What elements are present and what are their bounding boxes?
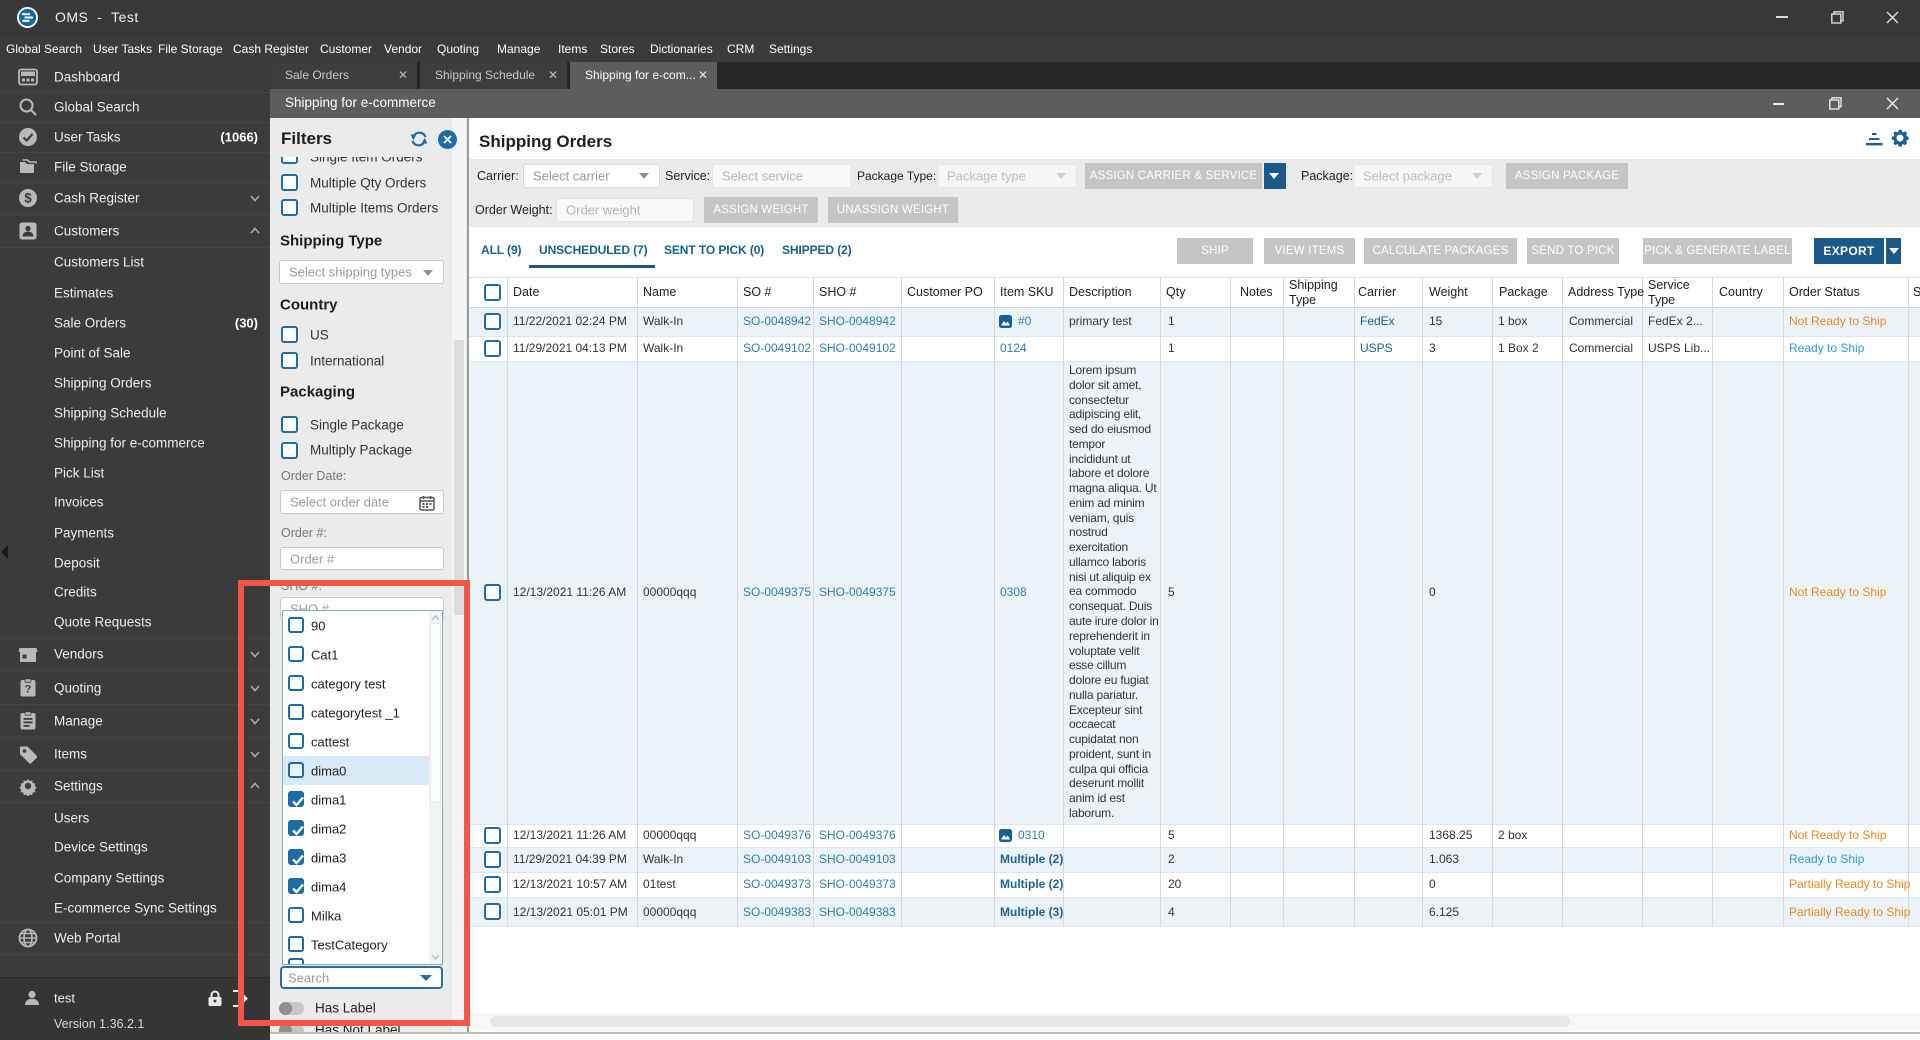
svg-text:$: $ [24,191,32,206]
svg-text:?: ? [25,684,32,696]
